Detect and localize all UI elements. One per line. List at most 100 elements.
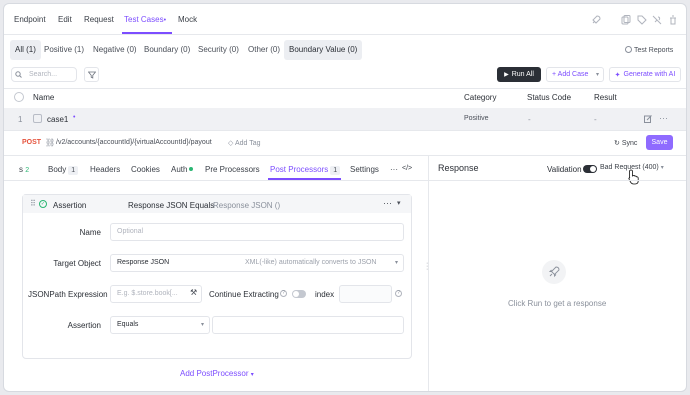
run-all-button[interactable]: ▶ Run All	[497, 67, 541, 82]
rocket-icon[interactable]	[591, 15, 601, 25]
jsonpath-placeholder: E.g. $.store.book[...	[117, 290, 178, 297]
assertion-expected-input[interactable]	[212, 316, 404, 334]
add-tag-button[interactable]: ◇ Add Tag	[228, 139, 261, 147]
nav-mock[interactable]: Mock	[178, 15, 197, 24]
case-category: Positive	[464, 115, 489, 122]
run-all-label: Run All	[511, 71, 534, 78]
assertion-title: Assertion	[53, 201, 87, 210]
col-header-category[interactable]: Category	[464, 93, 496, 102]
nav-divider	[4, 34, 686, 35]
tab-auth-label: Auth	[171, 165, 188, 174]
tag-icon[interactable]	[637, 15, 647, 25]
case-name[interactable]: case1	[47, 115, 68, 124]
generate-ai-button[interactable]: ✦ Generate with AI	[609, 67, 681, 82]
tab-body[interactable]: Body 1	[48, 165, 79, 175]
index-help-icon[interactable]: ?	[395, 290, 402, 297]
add-case-label: + Add Case	[552, 71, 589, 78]
delete-icon[interactable]	[668, 15, 678, 25]
request-divider	[4, 155, 686, 156]
drag-handle-icon[interactable]: ⠿	[30, 199, 36, 208]
wand-icon[interactable]: ⚒	[190, 288, 197, 297]
assertion-operator-select[interactable]: Equals ▾	[110, 316, 210, 334]
chip-all[interactable]: All (1)	[10, 40, 41, 60]
target-object-label: Target Object	[53, 259, 101, 268]
target-object-hint: XML(-like) automatically converts to JSO…	[245, 259, 377, 266]
jsonpath-label: JSONPath Expression	[28, 290, 108, 299]
tab-auth[interactable]: Auth	[171, 165, 194, 174]
col-header-status-code[interactable]: Status Code	[527, 93, 571, 102]
chip-security[interactable]: Security (0)	[193, 40, 244, 60]
validation-toggle[interactable]	[583, 165, 597, 173]
nav-test-cases[interactable]: Test Cases•	[124, 15, 166, 24]
search-placeholder: Search...	[29, 71, 58, 78]
pane-divider[interactable]	[428, 156, 429, 391]
case-status-code: -	[528, 115, 531, 124]
continue-extracting-toggle[interactable]	[292, 290, 306, 298]
continue-extracting-label: Continue Extracting	[209, 290, 279, 299]
filter-icon	[87, 71, 96, 79]
test-reports-link[interactable]: Test Reports	[625, 46, 673, 54]
tab-params-count: 2	[25, 167, 30, 174]
add-case-button[interactable]: + Add Case ▾	[546, 67, 604, 82]
tab-params[interactable]: s 2	[19, 165, 29, 174]
save-button[interactable]: Save	[646, 135, 673, 150]
tab-body-count: 1	[68, 166, 79, 175]
help-icon[interactable]: ?	[280, 290, 287, 297]
chip-boundary-value[interactable]: Boundary Value (0)	[284, 40, 363, 60]
unlink-icon[interactable]	[652, 15, 662, 25]
row-divider	[4, 130, 686, 131]
assertion-operator-label: Assertion	[67, 321, 101, 330]
editor-tabs-divider	[4, 180, 428, 181]
nav-request[interactable]: Request	[84, 15, 114, 24]
col-header-result[interactable]: Result	[594, 93, 617, 102]
nav-endpoint[interactable]: Endpoint	[14, 15, 46, 24]
check-circle-icon[interactable]: ✓	[39, 200, 47, 208]
tab-pre-processors[interactable]: Pre Processors	[205, 165, 260, 174]
search-icon	[15, 71, 22, 78]
chevron-down-icon: ▾	[394, 260, 398, 266]
tabs-more-icon[interactable]: ···	[390, 165, 398, 174]
add-postprocessor-button[interactable]: Add PostProcessor ▾	[180, 369, 254, 378]
response-title: Response	[438, 163, 479, 173]
pane-resize-handle[interactable]: · · ·	[426, 260, 428, 273]
tab-cookies[interactable]: Cookies	[131, 165, 160, 174]
response-header-divider	[429, 180, 686, 181]
tab-settings[interactable]: Settings	[350, 165, 379, 174]
target-object-select[interactable]: Response JSON XML(-like) automatically c…	[110, 254, 404, 272]
sync-icon: ↻	[614, 140, 620, 147]
collapse-icon[interactable]: ▾	[397, 199, 401, 207]
filter-button[interactable]	[84, 67, 99, 82]
code-icon[interactable]: </>	[402, 165, 412, 172]
mouse-cursor-icon	[628, 169, 639, 185]
sync-button[interactable]: ↻ Sync	[614, 139, 637, 147]
assertion-subtitle-muted: Response JSON ()	[213, 201, 281, 210]
tab-post-count: 1	[330, 166, 341, 175]
index-input[interactable]	[339, 285, 392, 303]
copy-icon[interactable]	[621, 15, 631, 25]
chevron-down-icon[interactable]: ▾	[596, 71, 599, 78]
name-input[interactable]: Optional	[110, 223, 404, 241]
play-icon: ▶	[504, 72, 509, 78]
case-icon	[33, 114, 42, 123]
col-header-name[interactable]: Name	[33, 93, 54, 102]
row-index: 1	[18, 115, 23, 124]
nav-edit[interactable]: Edit	[58, 15, 72, 24]
chip-negative[interactable]: Negative (0)	[88, 40, 142, 60]
card-more-icon[interactable]: ···	[383, 198, 392, 208]
chip-other[interactable]: Other (0)	[243, 40, 285, 60]
tag-icon: ◇	[228, 140, 234, 147]
jsonpath-input[interactable]: E.g. $.store.book[...	[110, 285, 202, 303]
assertion-operator-value: Equals	[117, 321, 139, 328]
chevron-down-icon: ▾	[250, 372, 254, 378]
select-all-checkbox[interactable]	[14, 92, 24, 102]
response-empty-text: Click Run to get a response	[508, 299, 607, 308]
tab-post-processors[interactable]: Post Processors 1	[270, 165, 341, 175]
edit-icon[interactable]	[644, 115, 652, 123]
chip-positive[interactable]: Positive (1)	[39, 40, 89, 60]
assertion-card	[22, 194, 412, 359]
table-row[interactable]	[4, 108, 686, 130]
row-more-icon[interactable]: ···	[659, 113, 668, 123]
chip-boundary[interactable]: Boundary (0)	[139, 40, 195, 60]
assertion-subtitle: Response JSON Equals	[128, 201, 215, 210]
tab-headers[interactable]: Headers	[90, 165, 120, 174]
